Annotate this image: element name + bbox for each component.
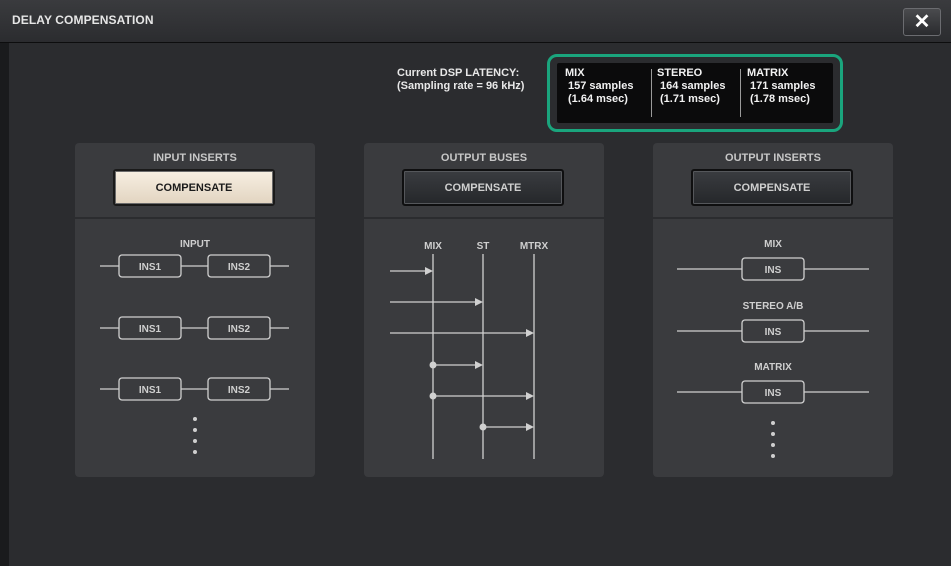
- window-title: DELAY COMPENSATION: [12, 13, 154, 27]
- continuation-dots: [771, 421, 775, 458]
- ins-label: INS: [765, 327, 782, 338]
- delay-compensation-window: DELAY COMPENSATION ✕ Current DSP LATENCY…: [0, 0, 951, 566]
- title-bar: DELAY COMPENSATION ✕: [0, 0, 951, 43]
- stereo-ab-label: STEREO A/B: [743, 301, 804, 312]
- close-button[interactable]: ✕: [903, 8, 941, 36]
- output-inserts-panel: OUTPUT INSERTS COMPENSATE MIX STEREO A/B…: [653, 143, 893, 477]
- latency-mix-samples: 157 samples: [568, 80, 634, 92]
- mix-label: MIX: [424, 241, 442, 252]
- ins-label: INS: [765, 265, 782, 276]
- latency-matrix: MATRIX 171 samples (1.78 msec): [747, 67, 815, 106]
- st-label: ST: [477, 241, 490, 252]
- input-inserts-diagram: INPUT INS1 INS2 INS1 INS2 INS1 INS2: [100, 239, 289, 454]
- dsp-latency-label: Current DSP LATENCY: (Sampling rate = 96…: [397, 67, 524, 93]
- input-inserts-title: INPUT INSERTS: [153, 152, 237, 164]
- mix-label: MIX: [764, 239, 782, 250]
- mtrx-label: MTRX: [520, 241, 549, 252]
- output-buses-panel: OUTPUT BUSES COMPENSATE MIX ST MTRX: [364, 143, 604, 477]
- latency-mix: MIX 157 samples (1.64 msec): [565, 67, 633, 106]
- latency-stereo-name: STEREO: [657, 67, 703, 79]
- latency-mix-name: MIX: [565, 67, 585, 79]
- input-inserts-panel: INPUT INSERTS COMPENSATE INPUT INS1 INS2: [75, 143, 315, 477]
- ins1-label: INS1: [139, 385, 162, 396]
- continuation-dots: [193, 417, 197, 454]
- latency-stereo-samples: 164 samples: [660, 80, 726, 92]
- output-inserts-title: OUTPUT INSERTS: [725, 152, 821, 164]
- output-buses-title: OUTPUT BUSES: [440, 152, 528, 164]
- latency-mix-msec: (1.64 msec): [568, 93, 628, 105]
- latency-stereo: STEREO 164 samples (1.71 msec): [657, 67, 725, 106]
- ins1-label: INS1: [139, 262, 162, 273]
- output-inserts-diagram: MIX STEREO A/B MATRIX INS INS INS: [677, 239, 869, 458]
- latency-separator: [651, 69, 652, 117]
- output-buses-diagram: MIX ST MTRX: [390, 241, 549, 459]
- latency-readout-display: MIX 157 samples (1.64 msec) STEREO 164 s…: [557, 63, 833, 123]
- matrix-label: MATRIX: [754, 362, 792, 373]
- sampling-rate-text: (Sampling rate = 96 kHz): [397, 80, 525, 92]
- ins1-label: INS1: [139, 324, 162, 335]
- output-buses-compensate-button[interactable]: COMPENSATE: [402, 169, 564, 206]
- input-inserts-compensate-button[interactable]: COMPENSATE: [113, 169, 275, 206]
- dsp-latency-title: Current DSP LATENCY:: [397, 67, 520, 79]
- ins-label: INS: [765, 388, 782, 399]
- latency-readout-box: MIX 157 samples (1.64 msec) STEREO 164 s…: [547, 54, 843, 132]
- latency-matrix-msec: (1.78 msec): [750, 93, 810, 105]
- latency-separator: [740, 69, 741, 117]
- ins2-label: INS2: [228, 324, 251, 335]
- ins2-label: INS2: [228, 262, 251, 273]
- close-icon: ✕: [913, 11, 931, 33]
- latency-matrix-samples: 171 samples: [750, 80, 816, 92]
- latency-stereo-msec: (1.71 msec): [660, 93, 720, 105]
- input-label: INPUT: [180, 239, 210, 250]
- output-inserts-compensate-button[interactable]: COMPENSATE: [691, 169, 853, 206]
- ins2-label: INS2: [228, 385, 251, 396]
- latency-matrix-name: MATRIX: [747, 67, 789, 79]
